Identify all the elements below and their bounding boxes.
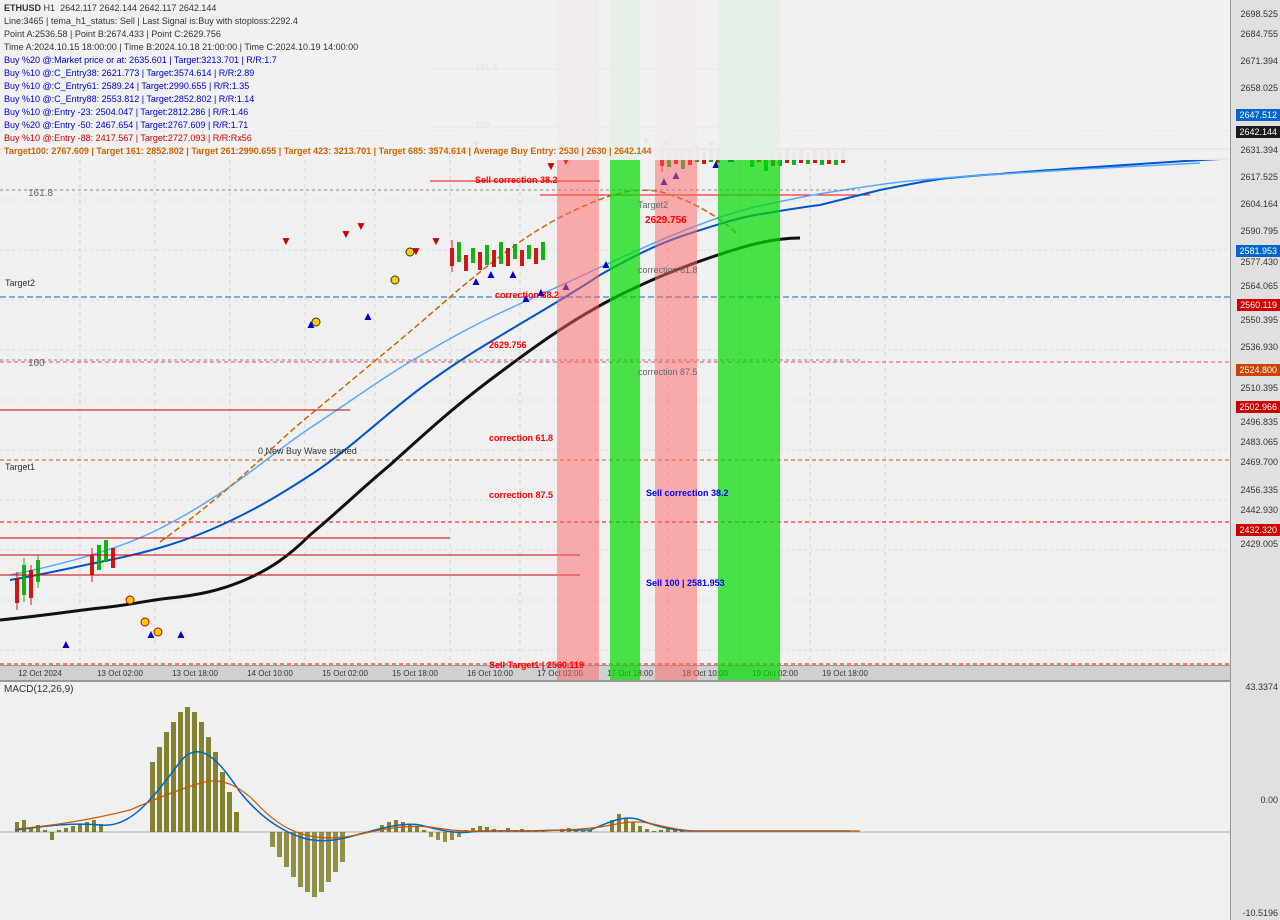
price-2629-label: 2629.756: [645, 215, 687, 226]
price-2581-label: 2581.953: [1236, 245, 1280, 257]
price-2658: 2658.025: [1240, 83, 1278, 93]
price-2604: 2604.164: [1240, 199, 1278, 209]
price-2510: 2510.395: [1240, 383, 1278, 393]
svg-text:▲: ▲: [175, 627, 187, 641]
sell-100-label: correction 38.2: [495, 290, 559, 300]
price-2564: 2564.065: [1240, 281, 1278, 291]
macd-panel: MACD(12,26,9): [0, 680, 1230, 920]
macd-top-value: 43.3374: [1245, 682, 1278, 692]
svg-text:▲: ▲: [362, 309, 374, 323]
svg-text:▼: ▼: [430, 234, 442, 248]
timeframe-label: H1: [44, 3, 56, 13]
svg-text:▲: ▲: [485, 267, 497, 281]
price-axis: 2698.525 2684.755 2671.394 2658.025 2647…: [1230, 0, 1280, 680]
price-2698: 2698.525: [1240, 9, 1278, 19]
price-2469: 2469.700: [1240, 457, 1278, 467]
price-2684: 2684.755: [1240, 29, 1278, 39]
price-2502-label: 2502.966: [1236, 401, 1280, 413]
target-line: Target100: 2767.609 | Target 161: 2852.8…: [4, 145, 1226, 158]
macd-svg: [0, 682, 1230, 920]
corr-38-label: Target2: [638, 200, 668, 210]
svg-text:▼: ▼: [545, 159, 557, 173]
title-line: ETHUSD H1 2642.117 2642.144 2642.117 264…: [4, 2, 1226, 15]
price-2581-highlight: 2581.953: [1236, 245, 1280, 257]
price-2647-highlight: 2647.512: [1236, 109, 1280, 121]
price-2647-label: 2647.512: [1236, 109, 1280, 121]
chart-container: ▼ ▼ ▼ ▼ ▼ ▼ ▼ ▼ ▼ ▼ ▼ ▼ ▼ ▼ ▼ ▼ ▼ ▼ ▲ ▲ …: [0, 0, 1280, 920]
buy-line-6: Buy %20 @:Entry -50: 2467.654 | Target:2…: [4, 119, 1226, 132]
time-label-3: 14 Oct 10:00: [247, 669, 293, 678]
sell-t2-label: correction 87.5: [489, 490, 553, 500]
price-2550: 2550.395: [1240, 315, 1278, 325]
signal-line: Line:3465 | tema_h1_status: Sell | Last …: [4, 15, 1226, 28]
fib-label-100: 100: [28, 358, 45, 369]
sell-161-label: correction 61.8: [489, 433, 553, 443]
time-label-4: 15 Oct 02:00: [322, 669, 368, 678]
price-2590: 2590.795: [1240, 226, 1278, 236]
price-display: 2642.117 2642.144 2642.117 2642.144: [60, 3, 216, 13]
price-current-highlight: 2642.144: [1236, 126, 1280, 138]
svg-text:▲: ▲: [507, 267, 519, 281]
buy-line-4: Buy %10 @:C_Entry88: 2553.812 | Target:2…: [4, 93, 1226, 106]
svg-text:▲: ▲: [470, 274, 482, 288]
price-2496: 2496.835: [1240, 417, 1278, 427]
price-2617: 2617.525: [1240, 172, 1278, 182]
time-label-1: 13 Oct 02:00: [97, 669, 143, 678]
sell-corr-38-label: Sell correction 38.2: [475, 175, 558, 185]
buy-entry-50-label: Sell 100 | 2581.953: [646, 578, 725, 588]
macd-bottom-value: -10.5196: [1242, 908, 1278, 918]
main-chart: ▼ ▼ ▼ ▼ ▼ ▼ ▼ ▼ ▼ ▼ ▼ ▼ ▼ ▼ ▼ ▼ ▼ ▼ ▲ ▲ …: [0, 0, 1230, 680]
price-2671: 2671.394: [1240, 56, 1278, 66]
price-2483: 2483.065: [1240, 437, 1278, 447]
price-2456: 2456.335: [1240, 485, 1278, 495]
price-2432-highlight: 2432.320: [1236, 524, 1280, 536]
macd-zero-value: 0.00: [1260, 795, 1278, 805]
corr-61-label: correction 61.8: [638, 265, 698, 275]
points-line: Point A:2536.58 | Point B:2674.433 | Poi…: [4, 28, 1226, 41]
price-2536: 2536.930: [1240, 342, 1278, 352]
macd-price-axis: 43.3374 0.00 -10.5196: [1230, 680, 1280, 920]
svg-text:▼: ▼: [280, 234, 292, 248]
corr-87-label: correction 87.5: [638, 367, 698, 377]
time-line: Time A:2024.10.15 18:00:00 | Time B:2024…: [4, 41, 1226, 54]
buy-line-5: Buy %10 @:Entry -23: 2504.047 | Target:2…: [4, 106, 1226, 119]
buy-line-2: Buy %10 @:C_Entry38: 2621.773 | Target:3…: [4, 67, 1226, 80]
time-label-11: 19 Oct 18:00: [822, 669, 868, 678]
sell-261-label: Sell Target1 | 2560.119: [489, 660, 584, 670]
target2-label: Target2: [5, 278, 35, 288]
new-buy-wave-label: 0 New Buy Wave started: [258, 446, 357, 456]
time-label-5: 15 Oct 18:00: [392, 669, 438, 678]
svg-text:▼: ▼: [340, 227, 352, 241]
price-2432-label: 2432.320: [1236, 524, 1280, 536]
sell-t1-label: 2629.756: [489, 340, 527, 350]
fib-label-161: 161.8: [28, 188, 53, 199]
buy-entry-23-label: Sell correction 38.2: [646, 488, 729, 498]
time-label-2: 13 Oct 18:00: [172, 669, 218, 678]
target1-label: Target1: [5, 462, 35, 472]
symbol-label: ETHUSD: [4, 3, 41, 13]
buy-line-7: Buy %10 @:Entry -88: 2417.567 | Target:2…: [4, 132, 1226, 145]
price-2502-highlight: 2502.966: [1236, 401, 1280, 413]
svg-text:▲: ▲: [60, 637, 72, 651]
time-label-0: 12 Oct 2024: [18, 669, 62, 678]
price-2577: 2577.430: [1240, 257, 1278, 267]
price-2560-label: 2560.119: [1237, 299, 1280, 311]
price-2524-label: 2524.800: [1236, 364, 1280, 376]
price-2442: 2442.930: [1240, 505, 1278, 515]
price-current-label: 2642.144: [1236, 126, 1280, 138]
price-2429: 2429.005: [1240, 539, 1278, 549]
price-2524-highlight: 2524.800: [1236, 364, 1280, 376]
info-bar: ETHUSD H1 2642.117 2642.144 2642.117 264…: [0, 0, 1230, 160]
buy-line-3: Buy %10 @:C_Entry61: 2589.24 | Target:29…: [4, 80, 1226, 93]
svg-text:▼: ▼: [355, 219, 367, 233]
price-2560-highlight: 2560.119: [1237, 299, 1280, 311]
price-2631: 2631.394: [1240, 145, 1278, 155]
buy-line-1: Buy %20 @:Market price or at: 2635.601 |…: [4, 54, 1226, 67]
